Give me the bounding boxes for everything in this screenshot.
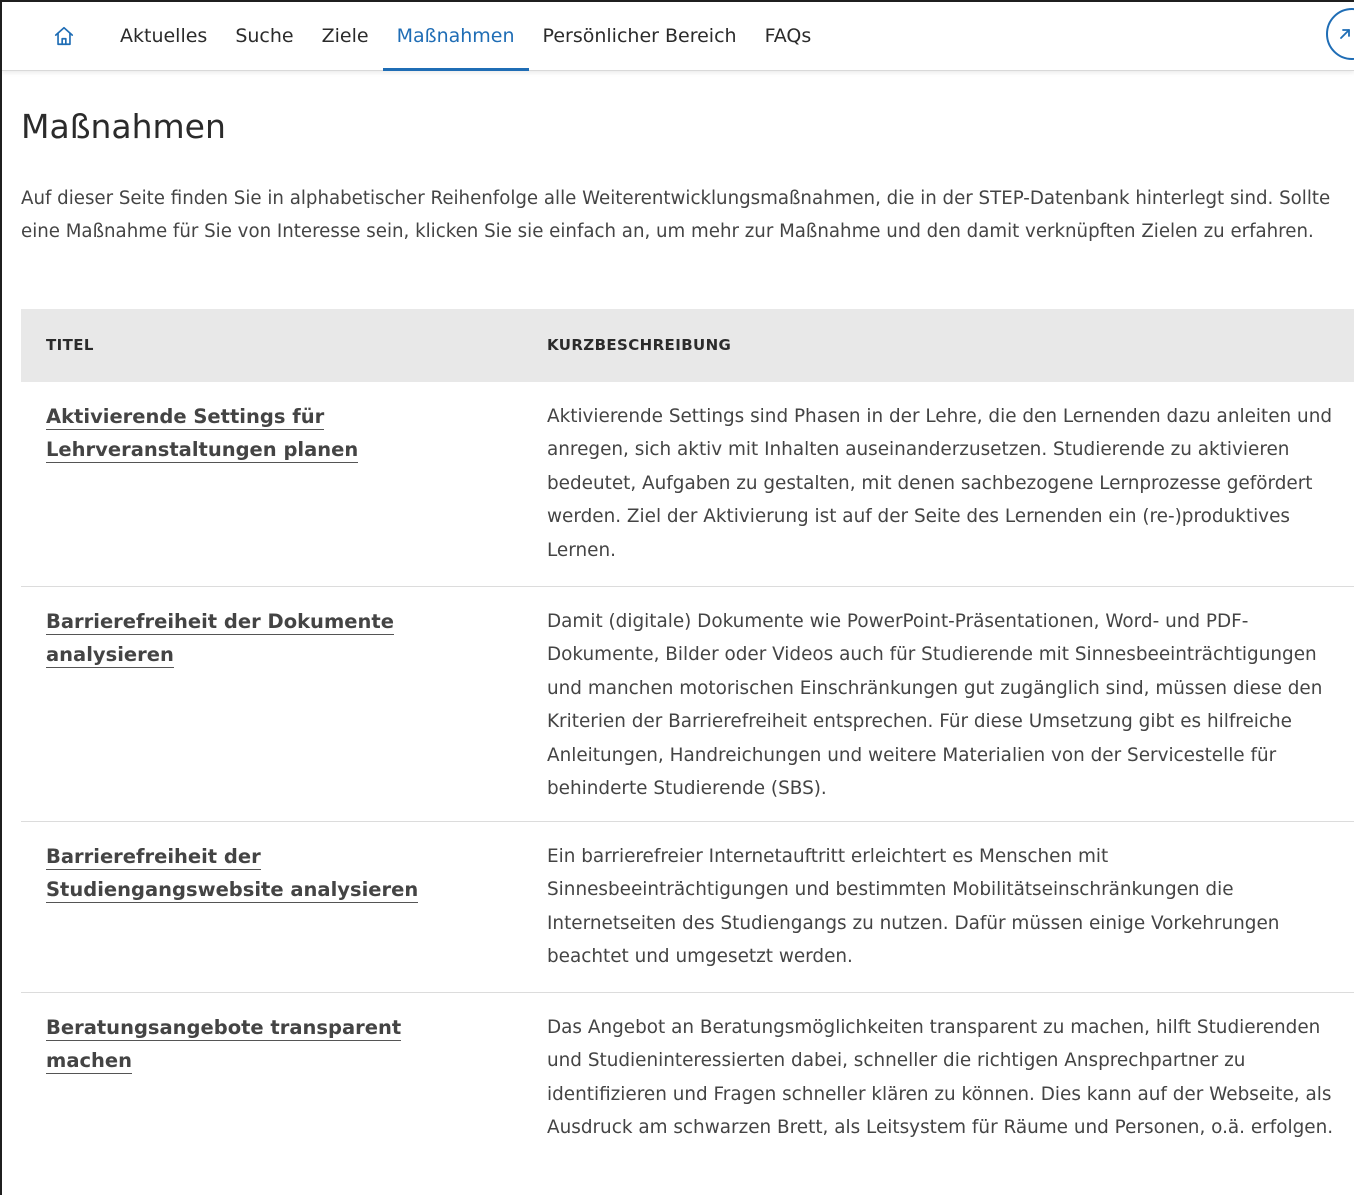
top-navigation: Aktuelles Suche Ziele Maßnahmen Persönli… [2, 2, 1354, 71]
row-title-cell: Barrierefreiheit der Dokumente analysier… [46, 605, 466, 671]
row-description: Aktivierende Settings sind Phasen in der… [547, 406, 1333, 561]
nav-item-ziele[interactable]: Ziele [308, 2, 383, 70]
nav-item-suche[interactable]: Suche [221, 2, 307, 70]
row-description: Das Angebot an Beratungsmöglichkeiten tr… [547, 1017, 1334, 1139]
row-description: Ein barrierefreier Internetauftritt erle… [547, 846, 1280, 968]
page-frame: Aktuelles Suche Ziele Maßnahmen Persönli… [0, 0, 1354, 1195]
chevron-up-right-icon [1340, 29, 1350, 39]
measures-table: TITEL KURZBESCHREIBUNG Aktivierende Sett… [21, 309, 1354, 1195]
page-intro: Auf dieser Seite finden Sie in alphabeti… [21, 188, 1331, 242]
home-icon [54, 26, 74, 46]
row-title-cell: Aktivierende Settings für Lehrveranstalt… [46, 400, 466, 466]
column-header-description: KURZBESCHREIBUNG [547, 336, 732, 354]
row-title-cell: Barrierefreiheit der Studiengangswebsite… [46, 840, 466, 906]
nav-item-massnahmen[interactable]: Maßnahmen [382, 2, 529, 71]
nav-menu: Aktuelles Suche Ziele Maßnahmen Persönli… [106, 2, 826, 71]
nav-home-button[interactable] [42, 2, 86, 70]
column-header-title: TITEL [46, 336, 94, 354]
table-row: Barrierefreiheit der Studiengangswebsite… [21, 822, 1354, 993]
row-description: Damit (digitale) Dokumente wie PowerPoin… [547, 611, 1323, 800]
table-row: Aktivierende Settings für Lehrveranstalt… [21, 382, 1354, 587]
collapse-button[interactable] [1326, 8, 1354, 60]
nav-item-faqs[interactable]: FAQs [751, 2, 826, 70]
row-title-cell: Beratungsangebote transparent machen [46, 1011, 466, 1077]
measure-link[interactable]: Barrierefreiheit der Dokumente analysier… [46, 610, 394, 668]
table-row: Beratungsangebote transparent machen Das… [21, 993, 1354, 1195]
table-header: TITEL KURZBESCHREIBUNG [21, 309, 1354, 382]
measure-link[interactable]: Barrierefreiheit der Studiengangswebsite… [46, 845, 419, 903]
table-row: Barrierefreiheit der Dokumente analysier… [21, 587, 1354, 822]
page-title: Maßnahmen [21, 107, 226, 146]
nav-item-aktuelles[interactable]: Aktuelles [106, 2, 221, 70]
measure-link[interactable]: Aktivierende Settings für Lehrveranstalt… [46, 405, 359, 463]
measure-link[interactable]: Beratungsangebote transparent machen [46, 1016, 402, 1074]
nav-item-persoenlicher-bereich[interactable]: Persönlicher Bereich [529, 2, 751, 70]
